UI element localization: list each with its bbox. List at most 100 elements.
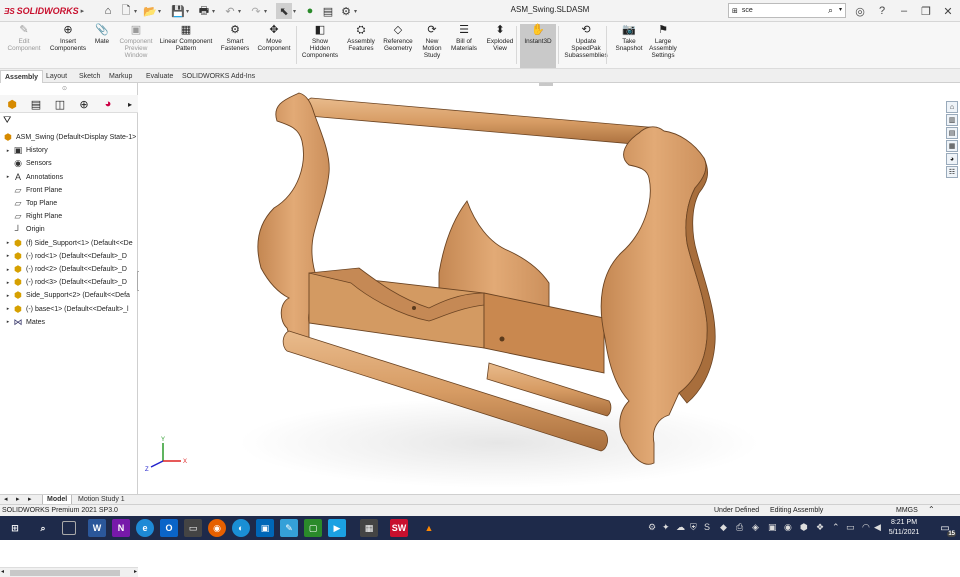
- tray-app2-icon[interactable]: ◆: [720, 522, 727, 533]
- redo-dropdown-icon[interactable]: ▾: [264, 3, 270, 19]
- solidworks-logo[interactable]: ƎS SOLIDWORKS ▸: [4, 4, 84, 18]
- move-component-button[interactable]: ✥ Move Component: [252, 24, 296, 68]
- cloud-app-icon[interactable]: ✎: [280, 519, 298, 537]
- tab-evaluate[interactable]: Evaluate: [142, 70, 177, 83]
- tray-security-icon[interactable]: ⛨: [690, 522, 697, 533]
- search-icon[interactable]: ⌕: [828, 5, 833, 16]
- redo-icon[interactable]: ↷: [248, 3, 264, 19]
- tree-item[interactable]: ┘ Origin: [0, 223, 138, 236]
- notifications-icon[interactable]: ▭ 15: [934, 519, 956, 537]
- tray-cloud-icon[interactable]: ☁: [676, 522, 685, 533]
- help-icon[interactable]: ?: [874, 3, 890, 19]
- options-dropdown-icon[interactable]: ▾: [354, 3, 360, 19]
- large-assembly-button[interactable]: ⚑ Large Assembly Settings: [646, 24, 680, 68]
- tray-dropbox-icon[interactable]: ✦: [662, 522, 670, 533]
- tab-scroll-first-icon[interactable]: ▸: [28, 495, 32, 503]
- undo-icon[interactable]: ↶: [222, 3, 238, 19]
- outlook-icon[interactable]: O: [160, 519, 178, 537]
- tree-item[interactable]: ▸ ▣ History: [0, 144, 138, 157]
- menu-arrow-icon[interactable]: ▸: [81, 7, 85, 15]
- select-icon[interactable]: ⬉: [276, 3, 292, 19]
- open-icon[interactable]: 📂: [142, 3, 158, 19]
- new-icon[interactable]: 🗋: [118, 3, 134, 19]
- vlc-icon[interactable]: ▲: [420, 519, 438, 537]
- tab-solidworks-add-ins[interactable]: SOLIDWORKS Add-Ins: [178, 70, 259, 83]
- open-dropdown-icon[interactable]: ▾: [158, 3, 164, 19]
- instant3d-button[interactable]: ✋ Instant3D: [520, 24, 556, 68]
- edge-legacy-icon[interactable]: e: [136, 519, 154, 537]
- taskbar-search-icon[interactable]: ⌕: [34, 519, 52, 537]
- user-icon[interactable]: ◎: [852, 3, 868, 19]
- tree-item[interactable]: ▸ ⬢ (-) rod<1> (Default<<Default>_D: [0, 250, 138, 263]
- tree-item[interactable]: ▸ ⋈ Mates: [0, 316, 138, 329]
- tray-app-icon[interactable]: ⚙: [648, 522, 656, 533]
- close-icon[interactable]: ✕: [940, 3, 956, 19]
- tray-wifi-icon[interactable]: ◠: [862, 522, 870, 533]
- top-rod[interactable]: [305, 97, 663, 147]
- microsoft-store-icon[interactable]: ▣: [256, 519, 274, 537]
- tree-item[interactable]: ▱ Top Plane: [0, 197, 138, 210]
- save-dropdown-icon[interactable]: ▾: [186, 3, 192, 19]
- swing-model[interactable]: Y X Z: [139, 83, 960, 494]
- filter-icon[interactable]: ⛛: [3, 115, 11, 126]
- property-manager-icon[interactable]: ▤: [28, 97, 44, 111]
- tab-layout[interactable]: Layout: [42, 70, 71, 83]
- mate-button[interactable]: 📎 Mate: [88, 24, 116, 68]
- select-dropdown-icon[interactable]: ▾: [293, 3, 299, 19]
- home-icon[interactable]: ⌂: [100, 3, 116, 19]
- video-app-icon[interactable]: ▶: [328, 519, 346, 537]
- bill-of-materials-button[interactable]: ☰ Bill of Materials: [448, 24, 480, 68]
- expand-arrow-icon[interactable]: ▸: [4, 280, 12, 286]
- expand-arrow-icon[interactable]: ▸: [4, 293, 12, 299]
- feature-manager-icon[interactable]: ⬢: [4, 97, 20, 111]
- search-input[interactable]: sce: [742, 7, 753, 14]
- tab-sketch[interactable]: Sketch: [75, 70, 104, 83]
- tray-skype-icon[interactable]: S: [704, 522, 710, 532]
- print-dropdown-icon[interactable]: ▾: [212, 3, 218, 19]
- taskbar-clock[interactable]: 8:21 PM 5/11/2021: [884, 518, 924, 538]
- camtasia-icon[interactable]: ▢: [304, 519, 322, 537]
- file-properties-icon[interactable]: ▤: [320, 3, 336, 19]
- expand-arrow-icon[interactable]: ▸: [4, 319, 12, 325]
- options-icon[interactable]: ⚙: [338, 3, 354, 19]
- exploded-view-button[interactable]: ⬍ Exploded View: [482, 24, 518, 68]
- tray-app7-icon[interactable]: ❖: [816, 522, 824, 533]
- edit-component-button[interactable]: ✎ Edit Component: [2, 24, 46, 68]
- tab-markup[interactable]: Markup: [105, 70, 136, 83]
- tree-item[interactable]: ▸ A Annotations: [0, 171, 138, 184]
- save-icon[interactable]: 💾: [170, 3, 186, 19]
- configuration-manager-icon[interactable]: ◫: [52, 97, 68, 111]
- tree-item[interactable]: ▸ ⬢ (-) base<1> (Default<<Default>_l: [0, 303, 138, 316]
- tree-item[interactable]: ▱ Front Plane: [0, 184, 138, 197]
- component-preview-button[interactable]: ▣ Component Preview Window: [118, 24, 154, 68]
- tray-app4-icon[interactable]: ▣: [768, 522, 777, 533]
- file-explorer-taskbar-icon[interactable]: ▭: [184, 519, 202, 537]
- expand-arrow-icon[interactable]: ▸: [4, 174, 12, 180]
- tree-item[interactable]: ◉ Sensors: [0, 157, 138, 170]
- scroll-left-icon[interactable]: ◂: [1, 568, 4, 575]
- new-dropdown-icon[interactable]: ▾: [134, 3, 140, 19]
- search-scope-icon[interactable]: ⊞: [732, 7, 738, 15]
- expand-arrow-icon[interactable]: ▸: [4, 267, 12, 273]
- windows-start-icon[interactable]: ⊞: [6, 519, 24, 537]
- scroll-thumb[interactable]: [10, 570, 120, 576]
- insert-components-button[interactable]: ⊕ Insert Components: [46, 24, 90, 68]
- tree-item[interactable]: ▸ ⬢ (-) rod<2> (Default<<Default>_D: [0, 263, 138, 276]
- dimxpert-icon[interactable]: ⊕: [76, 97, 92, 111]
- expand-arrow-icon[interactable]: ▸: [4, 306, 12, 312]
- linear-pattern-button[interactable]: ▦ Linear Component Pattern: [156, 24, 216, 68]
- show-hidden-button[interactable]: ◧ Show Hidden Components: [300, 24, 340, 68]
- tray-volume-icon[interactable]: ◀: [874, 522, 881, 533]
- new-motion-study-button[interactable]: ⟳ New Motion Study: [418, 24, 446, 68]
- onenote-icon[interactable]: N: [112, 519, 130, 537]
- tab-assembly[interactable]: Assembly: [0, 70, 44, 83]
- print-icon[interactable]: 🖶: [196, 3, 212, 19]
- tree-item[interactable]: ▸ ⬢ Side_Support<2> (Default<<Defa: [0, 289, 138, 302]
- scroll-right-icon[interactable]: ▸: [134, 568, 137, 575]
- search-box[interactable]: ⊞ sce ⌕ ▾: [728, 3, 846, 18]
- solidworks-taskbar-icon[interactable]: SW: [390, 519, 408, 537]
- take-snapshot-button[interactable]: 📷 Take Snapshot: [612, 24, 646, 68]
- tray-app3-icon[interactable]: ◈: [752, 522, 759, 533]
- tray-app6-icon[interactable]: ⬢: [800, 522, 808, 533]
- restore-icon[interactable]: ❐: [918, 3, 934, 19]
